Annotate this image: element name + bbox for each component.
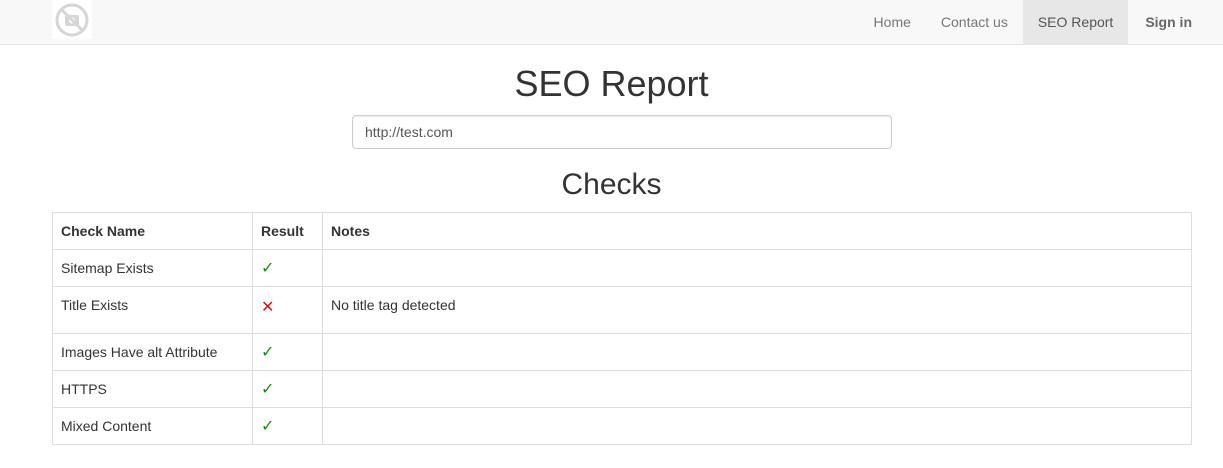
- notes-cell: No title tag detected: [322, 286, 1192, 334]
- result-cell: ✓: [252, 370, 323, 408]
- notes-cell: [322, 333, 1192, 371]
- logo[interactable]: [52, 0, 92, 39]
- result-cell: ✓: [252, 333, 323, 371]
- nav-links: Home Contact us SEO Report Sign in: [859, 0, 1207, 44]
- table-row: Title Exists ✕ No title tag detected: [52, 286, 1192, 334]
- check-name-cell: Images Have alt Attribute: [52, 333, 253, 371]
- result-cell: ✓: [252, 249, 323, 287]
- url-input[interactable]: [352, 115, 892, 149]
- check-pass-icon: ✓: [261, 381, 275, 398]
- broken-image-icon: [55, 3, 89, 36]
- nav-link-home[interactable]: Home: [859, 0, 926, 44]
- table-row: Images Have alt Attribute ✓: [52, 333, 1192, 371]
- nav-link-contact[interactable]: Contact us: [926, 0, 1023, 44]
- checks-table: Check Name Result Notes Sitemap Exists ✓…: [52, 212, 1192, 445]
- notes-cell: [322, 407, 1192, 445]
- table-header-row: Check Name Result Notes: [52, 212, 1192, 250]
- result-cell: ✓: [252, 407, 323, 445]
- column-header-notes: Notes: [322, 212, 1192, 250]
- table-row: HTTPS ✓: [52, 370, 1192, 408]
- table-row: Sitemap Exists ✓: [52, 249, 1192, 287]
- check-pass-icon: ✓: [261, 418, 275, 435]
- checks-title: Checks: [561, 168, 662, 201]
- navbar: Home Contact us SEO Report Sign in: [0, 0, 1223, 45]
- column-header-check-name: Check Name: [52, 212, 253, 250]
- check-fail-icon: ✕: [261, 299, 275, 316]
- nav-link-seo-report[interactable]: SEO Report: [1022, 0, 1129, 44]
- column-header-result: Result: [252, 212, 323, 250]
- check-name-cell: Title Exists: [52, 286, 253, 334]
- notes-cell: [322, 249, 1192, 287]
- check-name-cell: Sitemap Exists: [52, 249, 253, 287]
- check-pass-icon: ✓: [261, 260, 275, 277]
- table-row: Mixed Content ✓: [52, 407, 1192, 445]
- check-pass-icon: ✓: [261, 344, 275, 361]
- page-title: SEO Report: [514, 63, 709, 104]
- sign-in-link[interactable]: Sign in: [1128, 0, 1207, 44]
- check-name-cell: Mixed Content: [52, 407, 253, 445]
- notes-cell: [322, 370, 1192, 408]
- result-cell: ✕: [252, 286, 323, 334]
- check-name-cell: HTTPS: [52, 370, 253, 408]
